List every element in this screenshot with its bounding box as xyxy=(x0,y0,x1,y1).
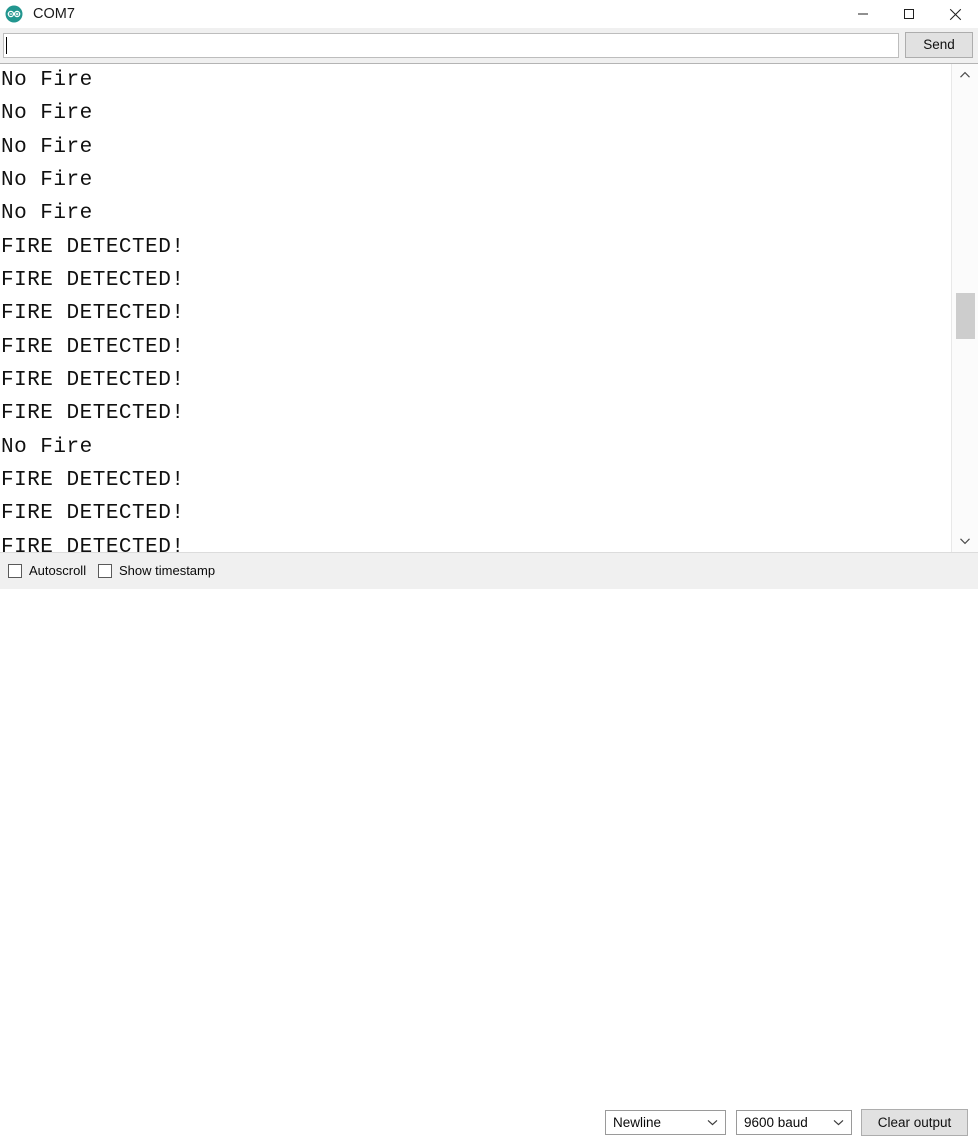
chevron-down-icon xyxy=(707,1111,718,1134)
serial-output-line: FIRE DETECTED! xyxy=(1,402,185,426)
serial-output-line: FIRE DETECTED! xyxy=(1,502,185,526)
maximize-icon xyxy=(904,9,914,19)
scrollbar-thumb[interactable] xyxy=(956,293,975,339)
bottom-toolbar: Autoscroll Show timestamp Newline 9600 b… xyxy=(0,552,978,1136)
maximize-button[interactable] xyxy=(886,0,932,28)
autoscroll-checkbox-box[interactable] xyxy=(8,564,22,578)
line-ending-select[interactable]: Newline xyxy=(605,1110,726,1135)
serial-output-line: FIRE DETECTED! xyxy=(1,535,185,552)
chevron-down-icon xyxy=(960,538,970,545)
show-timestamp-checkbox[interactable]: Show timestamp xyxy=(98,561,215,581)
window-controls xyxy=(840,0,978,28)
serial-send-input[interactable] xyxy=(3,33,899,58)
serial-output-line: FIRE DETECTED! xyxy=(1,269,185,293)
chevron-down-icon xyxy=(833,1111,844,1134)
serial-monitor-window: COM7 Send No Fire No Fire No Fire No Fir… xyxy=(0,0,978,1136)
serial-output-line: No Fire xyxy=(1,69,93,92)
serial-output-line: No Fire xyxy=(1,202,93,226)
serial-output-line: No Fire xyxy=(1,435,93,459)
serial-output-text[interactable]: No Fire No Fire No Fire No Fire No Fire FIRE … xyxy=(0,64,950,552)
baud-rate-select[interactable]: 9600 baud xyxy=(736,1110,852,1135)
autoscroll-checkbox[interactable]: Autoscroll xyxy=(8,561,86,581)
minimize-button[interactable] xyxy=(840,0,886,28)
serial-output-panel: No Fire No Fire No Fire No Fire No Fire FIRE … xyxy=(0,63,978,552)
window-title: COM7 xyxy=(33,6,75,22)
baud-rate-value: 9600 baud xyxy=(744,1115,808,1130)
output-scrollbar[interactable] xyxy=(951,64,978,552)
title-bar-left: COM7 xyxy=(0,0,75,28)
line-ending-value: Newline xyxy=(613,1115,662,1130)
serial-output-line: FIRE DETECTED! xyxy=(1,302,185,326)
show-timestamp-label: Show timestamp xyxy=(119,563,216,578)
scroll-down-button[interactable] xyxy=(952,530,978,552)
title-bar: COM7 xyxy=(0,0,978,28)
serial-output-line: No Fire xyxy=(1,135,93,159)
serial-output-line: No Fire xyxy=(1,102,93,126)
send-button[interactable]: Send xyxy=(905,32,973,58)
show-timestamp-checkbox-box[interactable] xyxy=(98,564,112,578)
minimize-icon xyxy=(858,13,868,15)
autoscroll-label: Autoscroll xyxy=(29,563,87,578)
serial-output-line: FIRE DETECTED! xyxy=(1,335,185,359)
arduino-infinity-icon xyxy=(5,5,23,23)
clear-output-button[interactable]: Clear output xyxy=(861,1109,968,1136)
close-button[interactable] xyxy=(932,0,978,28)
text-caret xyxy=(6,37,7,54)
close-icon xyxy=(949,8,961,20)
serial-output-line: FIRE DETECTED! xyxy=(1,369,185,393)
scroll-up-button[interactable] xyxy=(952,64,978,86)
serial-output-line: FIRE DETECTED! xyxy=(1,469,185,493)
send-row: Send xyxy=(0,28,978,63)
serial-output-line: No Fire xyxy=(1,169,93,193)
serial-output-line: FIRE DETECTED! xyxy=(1,235,185,259)
chevron-up-icon xyxy=(960,71,970,78)
